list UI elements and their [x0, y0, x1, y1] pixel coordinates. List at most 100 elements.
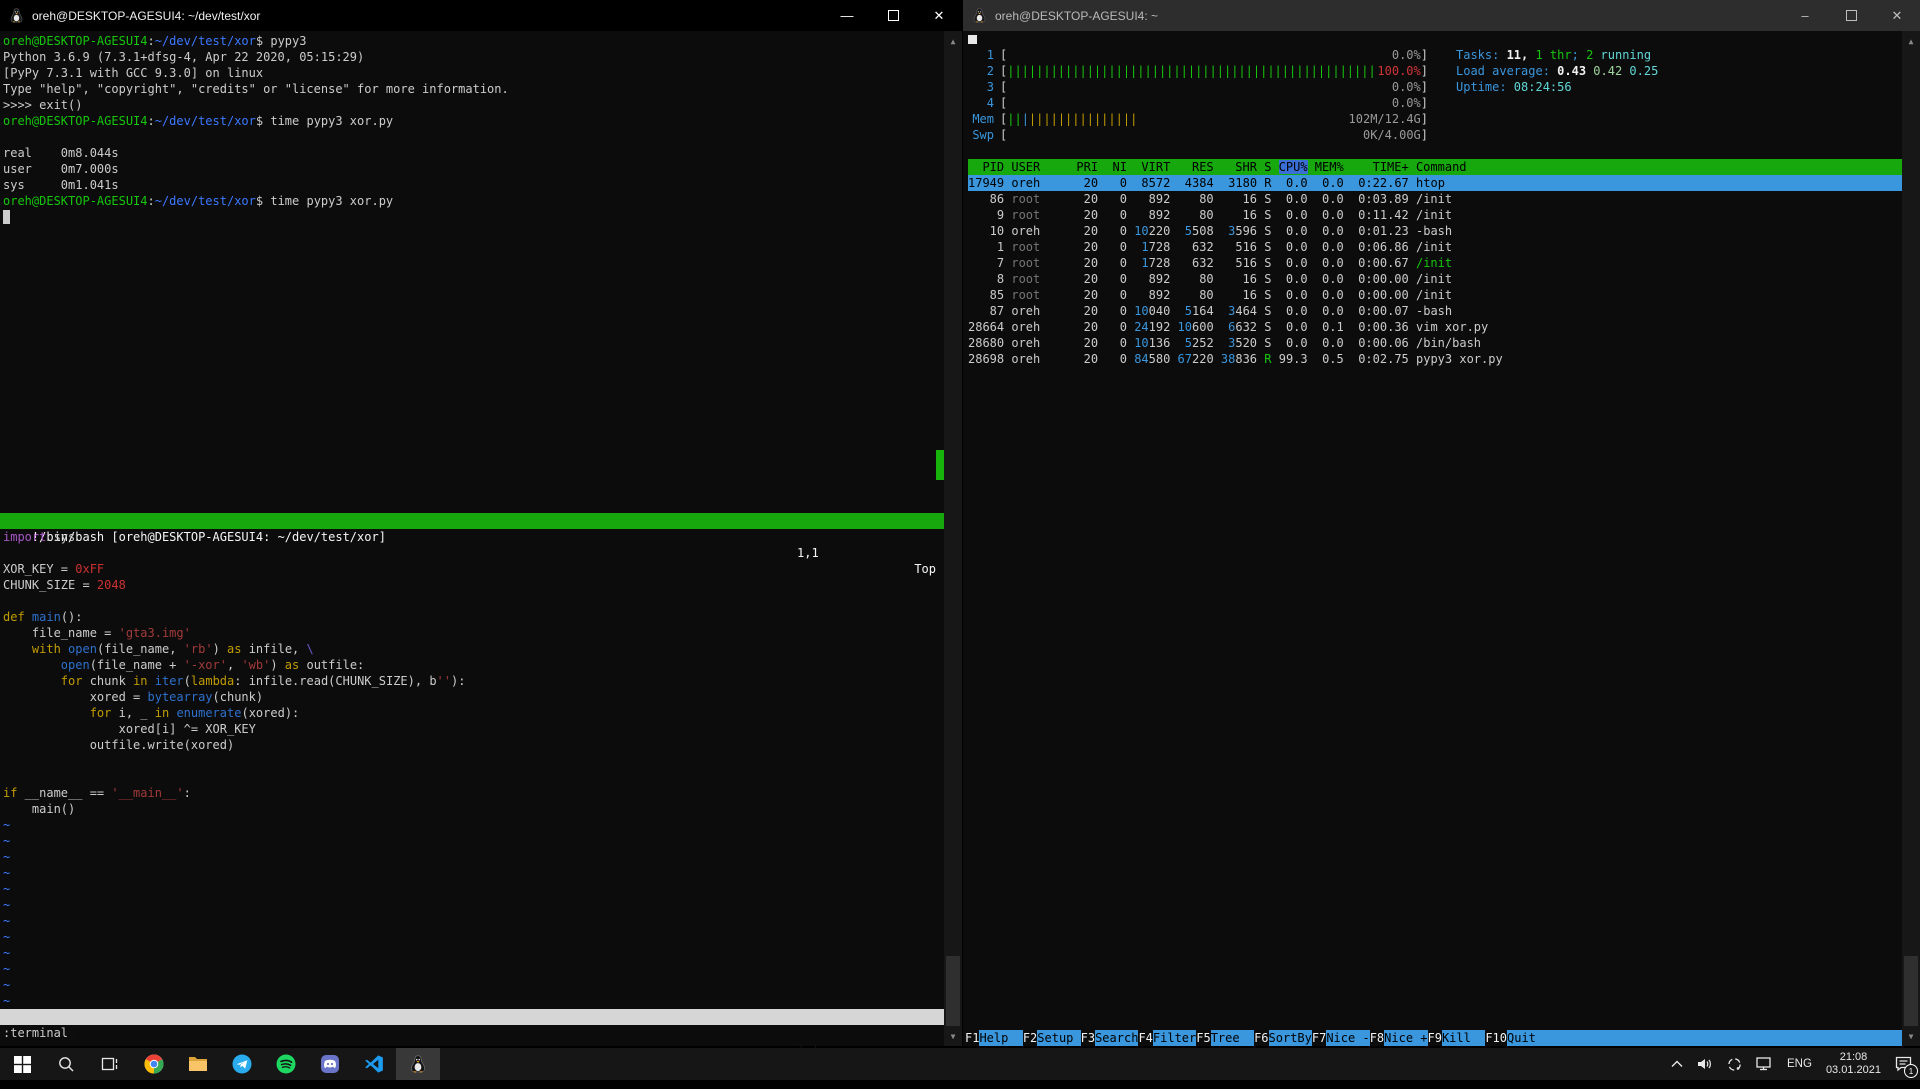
fkey-label[interactable]: Search [1095, 1030, 1138, 1046]
file-explorer-icon[interactable] [176, 1048, 220, 1080]
tray-app-icon[interactable] [1723, 1048, 1746, 1080]
search-button[interactable] [44, 1048, 88, 1080]
process-row[interactable]: 87 oreh 20 0 10040 5164 3464 S 0.0 0.0 0… [968, 303, 1902, 319]
task-view-button[interactable] [88, 1048, 132, 1080]
scroll-up-arrow[interactable]: ▲ [1902, 33, 1920, 49]
terminal-line: main() [3, 801, 944, 817]
vim-code-buffer[interactable]: import sysXOR_KEY = 0xFFCHUNK_SIZE = 204… [3, 529, 944, 1009]
terminal-line [3, 545, 944, 561]
terminal-line [3, 769, 944, 785]
start-button[interactable] [0, 1048, 44, 1080]
terminal-line: Load average: 0.43 0.42 0.25 [1456, 63, 1658, 79]
scroll-up-arrow[interactable]: ▲ [944, 33, 962, 49]
terminal-line: outfile.write(xored) [3, 737, 944, 753]
process-row[interactable]: 28698 oreh 20 0 84580 67220 38836 R 99.3… [968, 351, 1902, 367]
process-row[interactable]: 8 root 20 0 892 80 16 S 0.0 0.0 0:00.00 … [968, 271, 1902, 287]
fkey-label[interactable]: Setup [1037, 1030, 1080, 1046]
process-row[interactable]: 28664 oreh 20 0 24192 10600 6632 S 0.0 0… [968, 319, 1902, 335]
process-row[interactable]: 28680 oreh 20 0 10136 5252 3520 S 0.0 0.… [968, 335, 1902, 351]
tux-icon [972, 8, 987, 23]
fkey-f6[interactable]: F6 [1254, 1030, 1268, 1046]
scrollbar-thumb[interactable] [1904, 956, 1918, 1026]
terminal-line: CHUNK_SIZE = 2048 [3, 577, 944, 593]
terminal-line: ~ [3, 913, 944, 929]
taskbar: ENG 21:08 03.01.2021 1 [0, 1048, 1920, 1080]
fkey-f8[interactable]: F8 [1370, 1030, 1384, 1046]
fkey-f2[interactable]: F2 [1023, 1030, 1037, 1046]
process-row[interactable]: 86 root 20 0 892 80 16 S 0.0 0.0 0:03.89… [968, 191, 1902, 207]
process-row[interactable]: 10 oreh 20 0 10220 5508 3596 S 0.0 0.0 0… [968, 223, 1902, 239]
process-row[interactable]: 17949 oreh 20 0 8572 4384 3180 R 0.0 0.0… [968, 175, 1902, 191]
fkey-label[interactable]: Filter [1153, 1030, 1196, 1046]
action-center-icon[interactable]: 1 [1891, 1048, 1916, 1080]
fkey-f1[interactable]: F1 [965, 1030, 979, 1046]
language-indicator[interactable]: ENG [1783, 1048, 1816, 1080]
scroll-down-arrow[interactable]: ▼ [1902, 1028, 1920, 1044]
chrome-icon[interactable] [132, 1048, 176, 1080]
process-table[interactable]: PID USER PRI NI VIRT RES SHR S CPU% MEM%… [968, 159, 1902, 367]
fkey-label[interactable]: Nice - [1326, 1030, 1369, 1046]
terminal-line: oreh@DESKTOP-AGESUI4:~/dev/test/xor$ pyp… [3, 33, 944, 49]
close-button[interactable]: ✕ [916, 0, 962, 31]
telegram-icon[interactable] [220, 1048, 264, 1080]
left-window-title: oreh@DESKTOP-AGESUI4: ~/dev/test/xor [32, 9, 260, 23]
fkey-label[interactable]: Nice + [1384, 1030, 1427, 1046]
network-icon[interactable] [1752, 1048, 1777, 1080]
vscode-icon[interactable] [352, 1048, 396, 1080]
discord-icon[interactable] [308, 1048, 352, 1080]
right-titlebar: oreh@DESKTOP-AGESUI4: ~ – ✕ [963, 0, 1920, 31]
minimize-button[interactable]: — [824, 0, 870, 31]
vim-file-statusline: xor.py 1,1 All [0, 1009, 944, 1025]
fkey-label[interactable]: Kill [1442, 1030, 1485, 1046]
process-row[interactable]: 9 root 20 0 892 80 16 S 0.0 0.0 0:11.42 … [968, 207, 1902, 223]
terminal-line: >>>> exit() [3, 97, 944, 113]
process-row[interactable]: 7 root 20 0 1728 632 516 S 0.0 0.0 0:00.… [968, 255, 1902, 271]
date: 03.01.2021 [1826, 1064, 1881, 1077]
terminal-line: XOR_KEY = 0xFF [3, 561, 944, 577]
scrollbar-thumb[interactable] [946, 956, 960, 1026]
left-scrollbar[interactable]: ▲ ▼ [944, 31, 962, 1046]
scroll-down-arrow[interactable]: ▼ [944, 1028, 962, 1044]
fkey-label[interactable]: Quit [1507, 1030, 1550, 1046]
maximize-button[interactable] [1828, 0, 1874, 31]
terminal-window-left: oreh@DESKTOP-AGESUI4: ~/dev/test/xor — ✕… [0, 0, 962, 1046]
tray-chevron-icon[interactable] [1667, 1048, 1687, 1080]
meter: 4[0.0%] [968, 95, 1428, 111]
fkey-f4[interactable]: F4 [1138, 1030, 1152, 1046]
process-row[interactable]: 1 root 20 0 1728 632 516 S 0.0 0.0 0:06.… [968, 239, 1902, 255]
terminal-line: for chunk in iter(lambda: infile.read(CH… [3, 673, 944, 689]
terminal-line: for i, _ in enumerate(xored): [3, 705, 944, 721]
notification-badge: 1 [1904, 1064, 1918, 1078]
maximize-button[interactable] [870, 0, 916, 31]
terminal-line: Type "help", "copyright", "credits" or "… [3, 81, 944, 97]
terminal-line [3, 753, 944, 769]
left-titlebar: oreh@DESKTOP-AGESUI4: ~/dev/test/xor — ✕ [0, 0, 962, 31]
fkey-label[interactable]: Help [979, 1030, 1022, 1046]
fkey-label[interactable]: SortBy [1269, 1030, 1312, 1046]
bash-terminal-buffer[interactable]: oreh@DESKTOP-AGESUI4:~/dev/test/xor$ pyp… [3, 33, 944, 225]
meter: 1[0.0%] [968, 47, 1428, 63]
volume-icon[interactable] [1693, 1048, 1717, 1080]
terminal-line: oreh@DESKTOP-AGESUI4:~/dev/test/xor$ tim… [3, 193, 944, 209]
terminal-line: Uptime: 08:24:56 [1456, 79, 1658, 95]
fkey-f9[interactable]: F9 [1428, 1030, 1442, 1046]
terminal-line: ~ [3, 993, 944, 1009]
terminal-line: ~ [3, 817, 944, 833]
terminal-line: xored = bytearray(chunk) [3, 689, 944, 705]
process-row[interactable]: 85 root 20 0 892 80 16 S 0.0 0.0 0:00.00… [968, 287, 1902, 303]
right-scrollbar[interactable]: ▲ ▼ [1902, 31, 1920, 1046]
fkey-label[interactable]: Tree [1211, 1030, 1254, 1046]
spotify-icon[interactable] [264, 1048, 308, 1080]
fkey-f7[interactable]: F7 [1312, 1030, 1326, 1046]
table-header[interactable]: PID USER PRI NI VIRT RES SHR S CPU% MEM%… [968, 159, 1902, 175]
wsl-terminal-icon[interactable] [396, 1048, 440, 1080]
clock[interactable]: 21:08 03.01.2021 [1822, 1048, 1885, 1080]
minimize-button[interactable]: – [1782, 0, 1828, 31]
close-button[interactable]: ✕ [1874, 0, 1920, 31]
fkey-f10[interactable]: F10 [1485, 1030, 1507, 1046]
fkey-f3[interactable]: F3 [1081, 1030, 1095, 1046]
htop-app[interactable]: 1[0.0%]2[|||||||||||||||||||||||||||||||… [968, 31, 1902, 367]
fkey-f5[interactable]: F5 [1196, 1030, 1210, 1046]
meter: Mem[||||||||||||||||||102M/12.4G] [968, 111, 1428, 127]
fkey-bar-filler [1550, 1030, 1902, 1046]
